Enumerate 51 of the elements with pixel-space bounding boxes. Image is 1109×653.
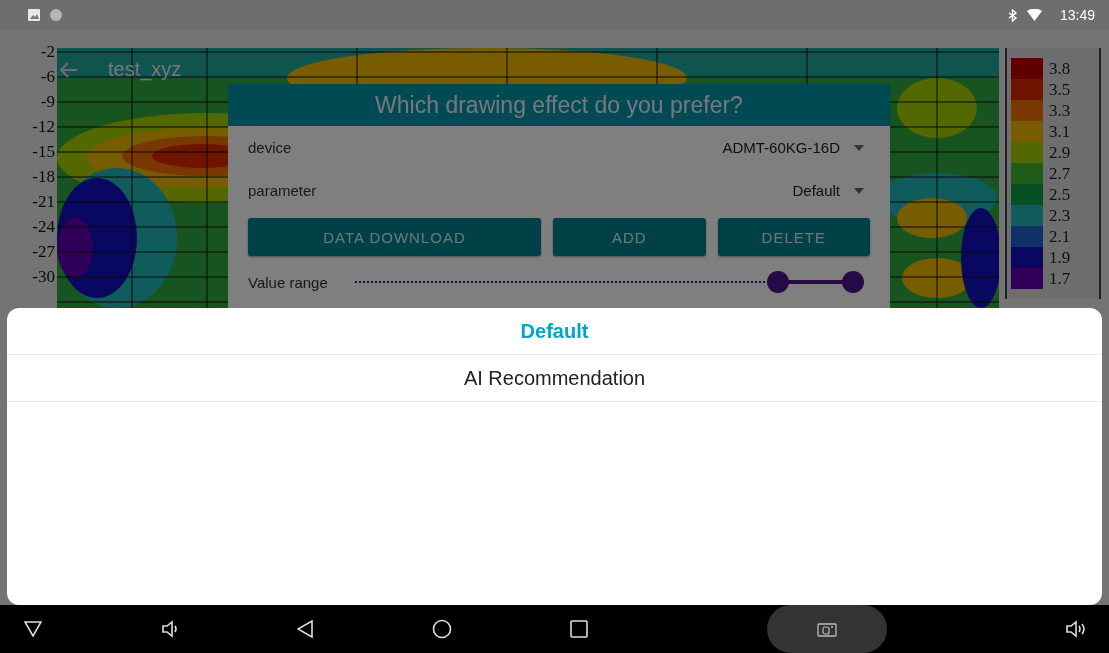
legend-label: 2.1 [1049, 226, 1071, 247]
axis-label: -2 [40, 42, 55, 62]
field-label: parameter [248, 182, 317, 199]
dialog-title: Which drawing effect do you prefer? [228, 84, 890, 126]
legend-label: 2.7 [1049, 163, 1071, 184]
camera-icon [816, 621, 837, 637]
screenshot-button[interactable] [766, 605, 887, 653]
field-label: device [248, 139, 292, 156]
back-arrow-icon[interactable] [60, 61, 78, 78]
image-icon [28, 9, 40, 21]
axis-label: -15 [32, 142, 55, 162]
circle-icon [50, 9, 62, 21]
legend-label: 3.3 [1049, 100, 1071, 121]
action-button[interactable]: DELETE [717, 218, 870, 256]
volume-up-icon[interactable] [1065, 620, 1087, 638]
axis-label: -30 [32, 267, 55, 287]
action-button[interactable]: ADD [553, 218, 706, 256]
range-label: Value range [248, 273, 328, 291]
legend-label: 2.9 [1049, 142, 1071, 163]
wifi-icon [1026, 9, 1042, 21]
axis-label: -6 [40, 67, 55, 87]
status-time: 13:49 [1059, 7, 1095, 23]
axis-label: -21 [32, 192, 55, 212]
legend-label: 3.1 [1049, 121, 1071, 142]
caret-icon [854, 187, 864, 194]
back-icon[interactable] [297, 620, 313, 638]
home-icon[interactable] [431, 619, 452, 639]
bluetooth-icon [1007, 8, 1017, 22]
legend-label: 2.5 [1049, 184, 1071, 205]
axis-label: -9 [40, 92, 55, 112]
axis-label: -27 [32, 242, 55, 262]
legend-label: 3.5 [1049, 79, 1071, 100]
axis-label: -18 [32, 167, 55, 187]
slider-thumb[interactable] [767, 271, 790, 293]
caret-icon [854, 144, 864, 151]
legend-label: 1.9 [1049, 247, 1071, 268]
volume-down-icon[interactable] [160, 620, 179, 638]
action-button[interactable]: DATA DOWNLOAD [248, 218, 541, 256]
dropdown[interactable]: Default [792, 182, 870, 199]
slider-thumb[interactable] [842, 271, 864, 293]
axis-label: -24 [32, 217, 55, 237]
sheet-option[interactable]: Default [7, 308, 1102, 355]
toolbar-title: test_xyz [108, 58, 182, 81]
sheet-option[interactable]: AI Recommendation [7, 355, 1102, 402]
legend-label: 3.8 [1049, 58, 1071, 79]
legend-label: 1.7 [1049, 268, 1071, 289]
triangle-down-icon[interactable] [24, 621, 42, 637]
axis-label: -12 [32, 117, 55, 137]
dropdown[interactable]: ADMT-60KG-16D [722, 139, 870, 156]
legend-label: 2.3 [1049, 205, 1071, 226]
recents-icon[interactable] [570, 620, 588, 638]
